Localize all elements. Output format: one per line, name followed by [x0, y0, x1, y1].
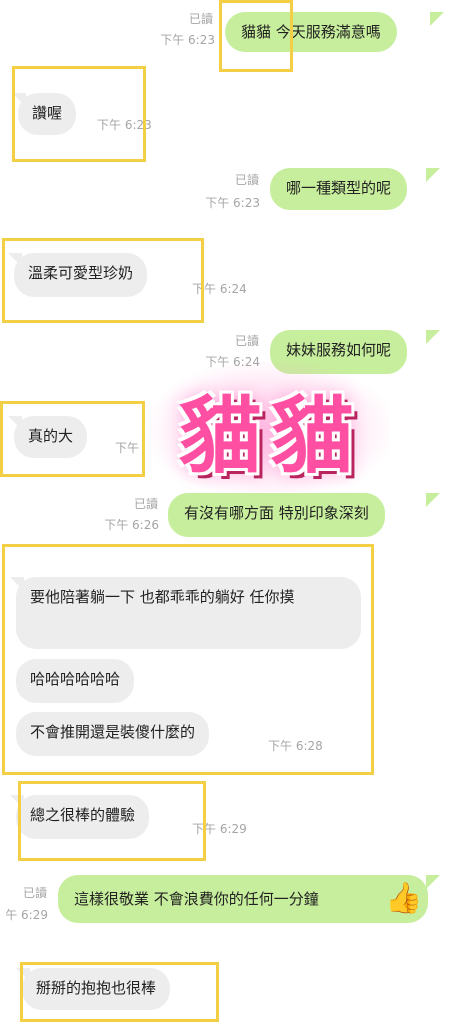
read-receipt: 已讀 — [22, 886, 47, 900]
outgoing-message[interactable]: 這樣很敬業 不會浪費你的任何一分鐘 — [58, 875, 428, 923]
message-time: 下午 6:26 — [104, 518, 159, 532]
incoming-message[interactable]: 要他陪著躺一下 也都乖乖的躺好 任你摸 — [16, 577, 361, 649]
message-time: 下午 — [115, 441, 140, 455]
outgoing-message[interactable]: 貓貓 今天服務滿意嗎 — [225, 12, 397, 52]
bubble-tail — [426, 875, 440, 889]
outgoing-message[interactable]: 有沒有哪方面 特別印象深刻 — [168, 493, 385, 537]
incoming-message[interactable]: 不會推開還是裝傻什麼的 — [16, 712, 210, 756]
message-time: 下午 6:28 — [268, 739, 323, 753]
read-receipt: 已讀 — [133, 497, 158, 511]
read-receipt: 已讀 — [234, 334, 259, 348]
message-time: 午 6:29 — [5, 908, 48, 922]
bubble-tail — [426, 493, 440, 507]
sticker: 貓貓 — [150, 362, 390, 497]
read-receipt: 已讀 — [188, 12, 213, 26]
read-receipt: 已讀 — [234, 173, 259, 187]
bubble-tail — [426, 330, 440, 344]
message-time: 下午 6:23 — [205, 196, 260, 210]
message-time: 下午 6:29 — [192, 822, 247, 836]
sticker-text: 貓貓 — [177, 386, 362, 485]
bubble-tail — [430, 12, 444, 26]
incoming-message[interactable]: 真的大 — [14, 416, 88, 458]
incoming-message[interactable]: 總之很棒的體驗 — [16, 795, 150, 839]
bubble-tail — [426, 168, 440, 182]
incoming-message[interactable]: 讚喔 — [18, 93, 77, 135]
outgoing-message[interactable]: 哪一種類型的呢 — [270, 168, 408, 210]
incoming-message[interactable]: 溫柔可愛型珍奶 — [14, 253, 148, 297]
chat-window: 已讀 下午 6:23 貓貓 今天服務滿意嗎 讚喔 下午 6:23 已讀 下午 6… — [0, 0, 453, 1024]
message-time: 下午 6:23 — [160, 33, 215, 47]
message-time: 下午 6:24 — [192, 282, 247, 296]
incoming-message[interactable]: 掰掰的抱抱也很棒 — [22, 968, 171, 1010]
incoming-message[interactable]: 哈哈哈哈哈哈 — [16, 659, 135, 703]
message-time: 下午 6:23 — [97, 118, 152, 132]
thumbs-up-icon: 👍 — [385, 881, 423, 916]
